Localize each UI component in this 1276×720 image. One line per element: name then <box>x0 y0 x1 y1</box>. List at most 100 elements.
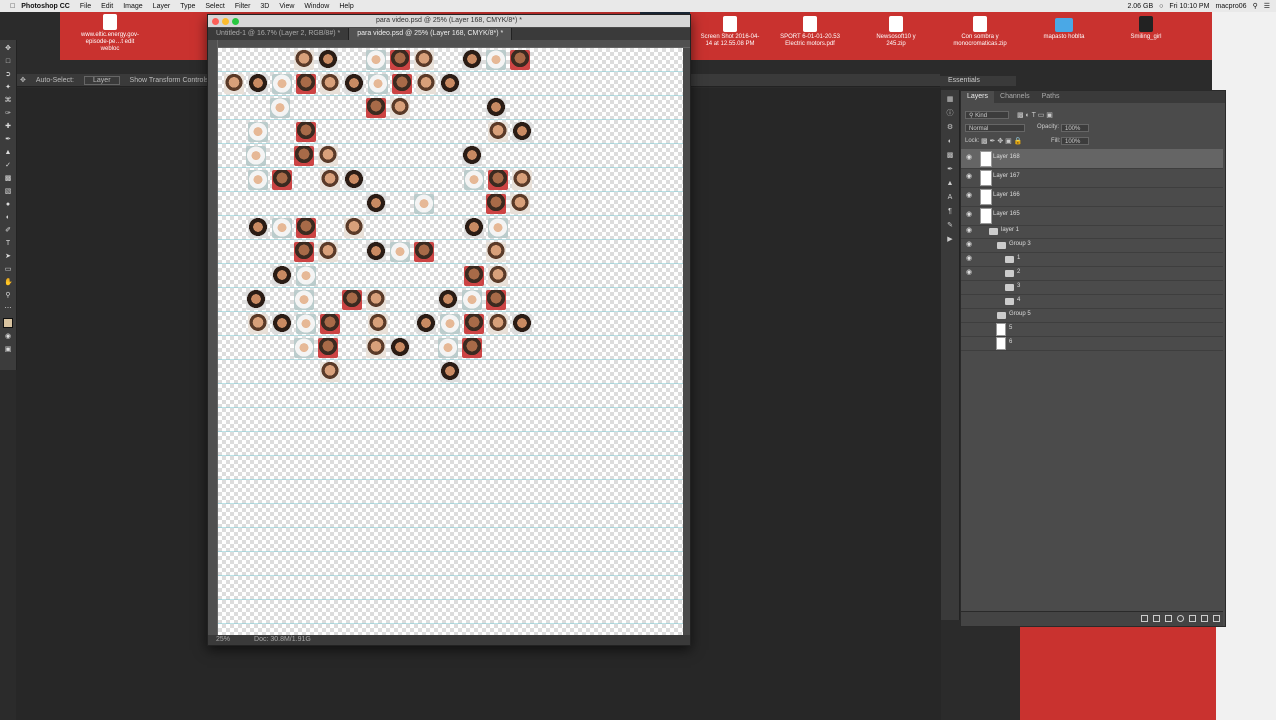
layer-group-row[interactable]: ◉ Group 3 <box>961 239 1223 253</box>
canvas[interactable] <box>218 48 683 635</box>
clock[interactable]: Fri 10:10 PM <box>1169 3 1209 10</box>
tab-layers[interactable]: Layers <box>961 91 995 103</box>
layer-group-row[interactable]: Group 5 <box>961 309 1223 323</box>
swatches-panel-icon[interactable]: ▩ <box>946 152 954 160</box>
visibility-eye-icon[interactable]: ◉ <box>966 211 974 219</box>
brush-tool-icon[interactable]: ✒ <box>4 136 12 144</box>
layer-row[interactable]: 6 <box>961 337 1223 351</box>
user-name[interactable]: macpro06 <box>1215 3 1246 10</box>
blend-mode-dropdown[interactable]: Normal <box>965 124 1025 132</box>
menu-type[interactable]: Type <box>180 3 195 10</box>
quick-mask-icon[interactable]: ◉ <box>4 333 12 341</box>
actions-panel-icon[interactable]: ▶ <box>946 236 954 244</box>
tab-paths[interactable]: Paths <box>1036 91 1066 103</box>
layer-mask-icon[interactable] <box>1165 615 1172 622</box>
layer-group-row[interactable]: ◉ 1 <box>961 253 1223 267</box>
menu-window[interactable]: Window <box>304 3 329 10</box>
visibility-eye-icon[interactable]: ◉ <box>966 269 974 277</box>
ruler-vertical[interactable] <box>208 40 218 635</box>
adjustment-layer-icon[interactable] <box>1177 615 1184 622</box>
layer-group-row[interactable]: ◉ 2 <box>961 267 1223 281</box>
eraser-tool-icon[interactable]: ▩ <box>4 175 12 183</box>
visibility-eye-icon[interactable] <box>966 339 974 347</box>
zoom-tool-icon[interactable]: ⚲ <box>4 292 12 300</box>
visibility-eye-icon[interactable]: ◉ <box>966 241 974 249</box>
character-panel-icon[interactable]: A <box>946 194 954 202</box>
desktop-icon[interactable]: Con sombra y monocromaticas.zip <box>950 16 1010 48</box>
tab-para-video[interactable]: para video.psd @ 25% (Layer 168, CMYK/8*… <box>349 28 513 40</box>
tab-untitled-1[interactable]: Untitled-1 @ 16.7% (Layer 2, RGB/8#) * <box>208 28 350 40</box>
layer-row[interactable]: 5 <box>961 323 1223 337</box>
visibility-eye-icon[interactable]: ◉ <box>966 173 974 181</box>
menu-image[interactable]: Image <box>123 3 142 10</box>
layer-group-row[interactable]: 3 <box>961 281 1223 295</box>
hand-tool-icon[interactable]: ✋ <box>4 279 13 287</box>
brush-panel-icon[interactable]: ✒ <box>946 166 954 174</box>
layer-row[interactable]: ◉ Layer 168 <box>961 149 1223 169</box>
color-swatch-icon[interactable] <box>3 318 13 328</box>
move-tool-icon[interactable]: ✥ <box>20 76 26 84</box>
type-tool-icon[interactable]: T <box>4 240 12 248</box>
minimize-icon[interactable] <box>222 18 229 25</box>
lock-icons[interactable]: ▩ ✒ ✥ ▣ 🔒 <box>981 137 1022 145</box>
zoom-level[interactable]: 25% <box>216 635 230 645</box>
desktop-icon[interactable]: SPORT 6-01-01-20.53 Electric motors.pdf <box>780 16 840 48</box>
desktop-icon[interactable]: mapasto hoblta <box>1034 18 1094 41</box>
desktop-icon[interactable]: Newsosoft10 y 245.zip <box>866 16 926 48</box>
visibility-eye-icon[interactable]: ◉ <box>966 192 974 200</box>
tool-presets-icon[interactable]: ✎ <box>946 222 954 230</box>
ruler-horizontal[interactable] <box>217 40 690 48</box>
stamp-tool-icon[interactable]: ▲ <box>4 149 12 157</box>
adjustments-panel-icon[interactable]: ◐ <box>946 138 954 146</box>
properties-panel-icon[interactable]: ⚙ <box>946 124 954 132</box>
menu-list-icon[interactable]: ☰ <box>1264 2 1270 10</box>
magic-wand-tool-icon[interactable]: ✦ <box>4 84 12 92</box>
dodge-tool-icon[interactable]: ◐ <box>4 214 12 222</box>
info-panel-icon[interactable]: ⓘ <box>946 110 954 118</box>
desktop-icon[interactable]: Smiling_girl <box>1116 16 1176 41</box>
visibility-eye-icon[interactable] <box>966 325 974 333</box>
visibility-eye-icon[interactable] <box>966 283 974 291</box>
menu-layer[interactable]: Layer <box>153 3 171 10</box>
menu-help[interactable]: Help <box>339 3 353 10</box>
visibility-eye-icon[interactable]: ◉ <box>966 227 974 235</box>
marquee-tool-icon[interactable]: □ <box>4 58 12 66</box>
visibility-eye-icon[interactable] <box>966 311 974 319</box>
layer-row[interactable]: ◉ Layer 165 <box>961 206 1223 226</box>
clone-source-icon[interactable]: ▲ <box>946 180 954 188</box>
menu-filter[interactable]: Filter <box>235 3 251 10</box>
close-icon[interactable] <box>212 18 219 25</box>
gradient-tool-icon[interactable]: ▧ <box>4 188 12 196</box>
zoom-icon[interactable] <box>232 18 239 25</box>
menu-edit[interactable]: Edit <box>101 3 113 10</box>
search-icon[interactable]: ⚲ <box>1253 2 1258 10</box>
path-selection-icon[interactable]: ➤ <box>4 253 12 261</box>
history-panel-icon[interactable]: ▦ <box>946 96 954 104</box>
screen-mode-icon[interactable]: ▣ <box>4 346 12 354</box>
visibility-eye-icon[interactable]: ◉ <box>966 154 974 162</box>
auto-select-label[interactable]: Auto-Select: <box>36 77 74 84</box>
doc-size[interactable]: Doc: 30.8M/1.91G <box>254 635 311 645</box>
layer-style-icon[interactable] <box>1153 615 1160 622</box>
menu-file[interactable]: File <box>80 3 91 10</box>
menu-view[interactable]: View <box>279 3 294 10</box>
healing-brush-icon[interactable]: ✚ <box>4 123 12 131</box>
blur-tool-icon[interactable]: ● <box>4 201 12 209</box>
move-tool-icon[interactable]: ✥ <box>4 45 12 53</box>
history-brush-icon[interactable]: ✓ <box>4 162 12 170</box>
paragraph-panel-icon[interactable]: ¶ <box>946 208 954 216</box>
trash-icon[interactable] <box>1213 615 1220 622</box>
visibility-eye-icon[interactable] <box>966 297 974 305</box>
visibility-eye-icon[interactable]: ◉ <box>966 255 974 263</box>
apple-icon[interactable]:  <box>10 3 15 10</box>
layer-row[interactable]: ◉ Layer 167 <box>961 168 1223 188</box>
wifi-icon[interactable]: ○ <box>1159 3 1163 10</box>
opacity-input[interactable]: 100% <box>1061 124 1089 132</box>
menu-select[interactable]: Select <box>205 3 224 10</box>
pen-tool-icon[interactable]: ✐ <box>4 227 12 235</box>
memory-status[interactable]: 2.06 GB <box>1127 3 1153 10</box>
layer-row[interactable]: ◉ Layer 166 <box>961 187 1223 207</box>
workspace-switcher[interactable]: Essentials <box>940 76 1016 86</box>
fill-input[interactable]: 100% <box>1061 137 1089 145</box>
eyedropper-tool-icon[interactable]: ✑ <box>4 110 12 118</box>
